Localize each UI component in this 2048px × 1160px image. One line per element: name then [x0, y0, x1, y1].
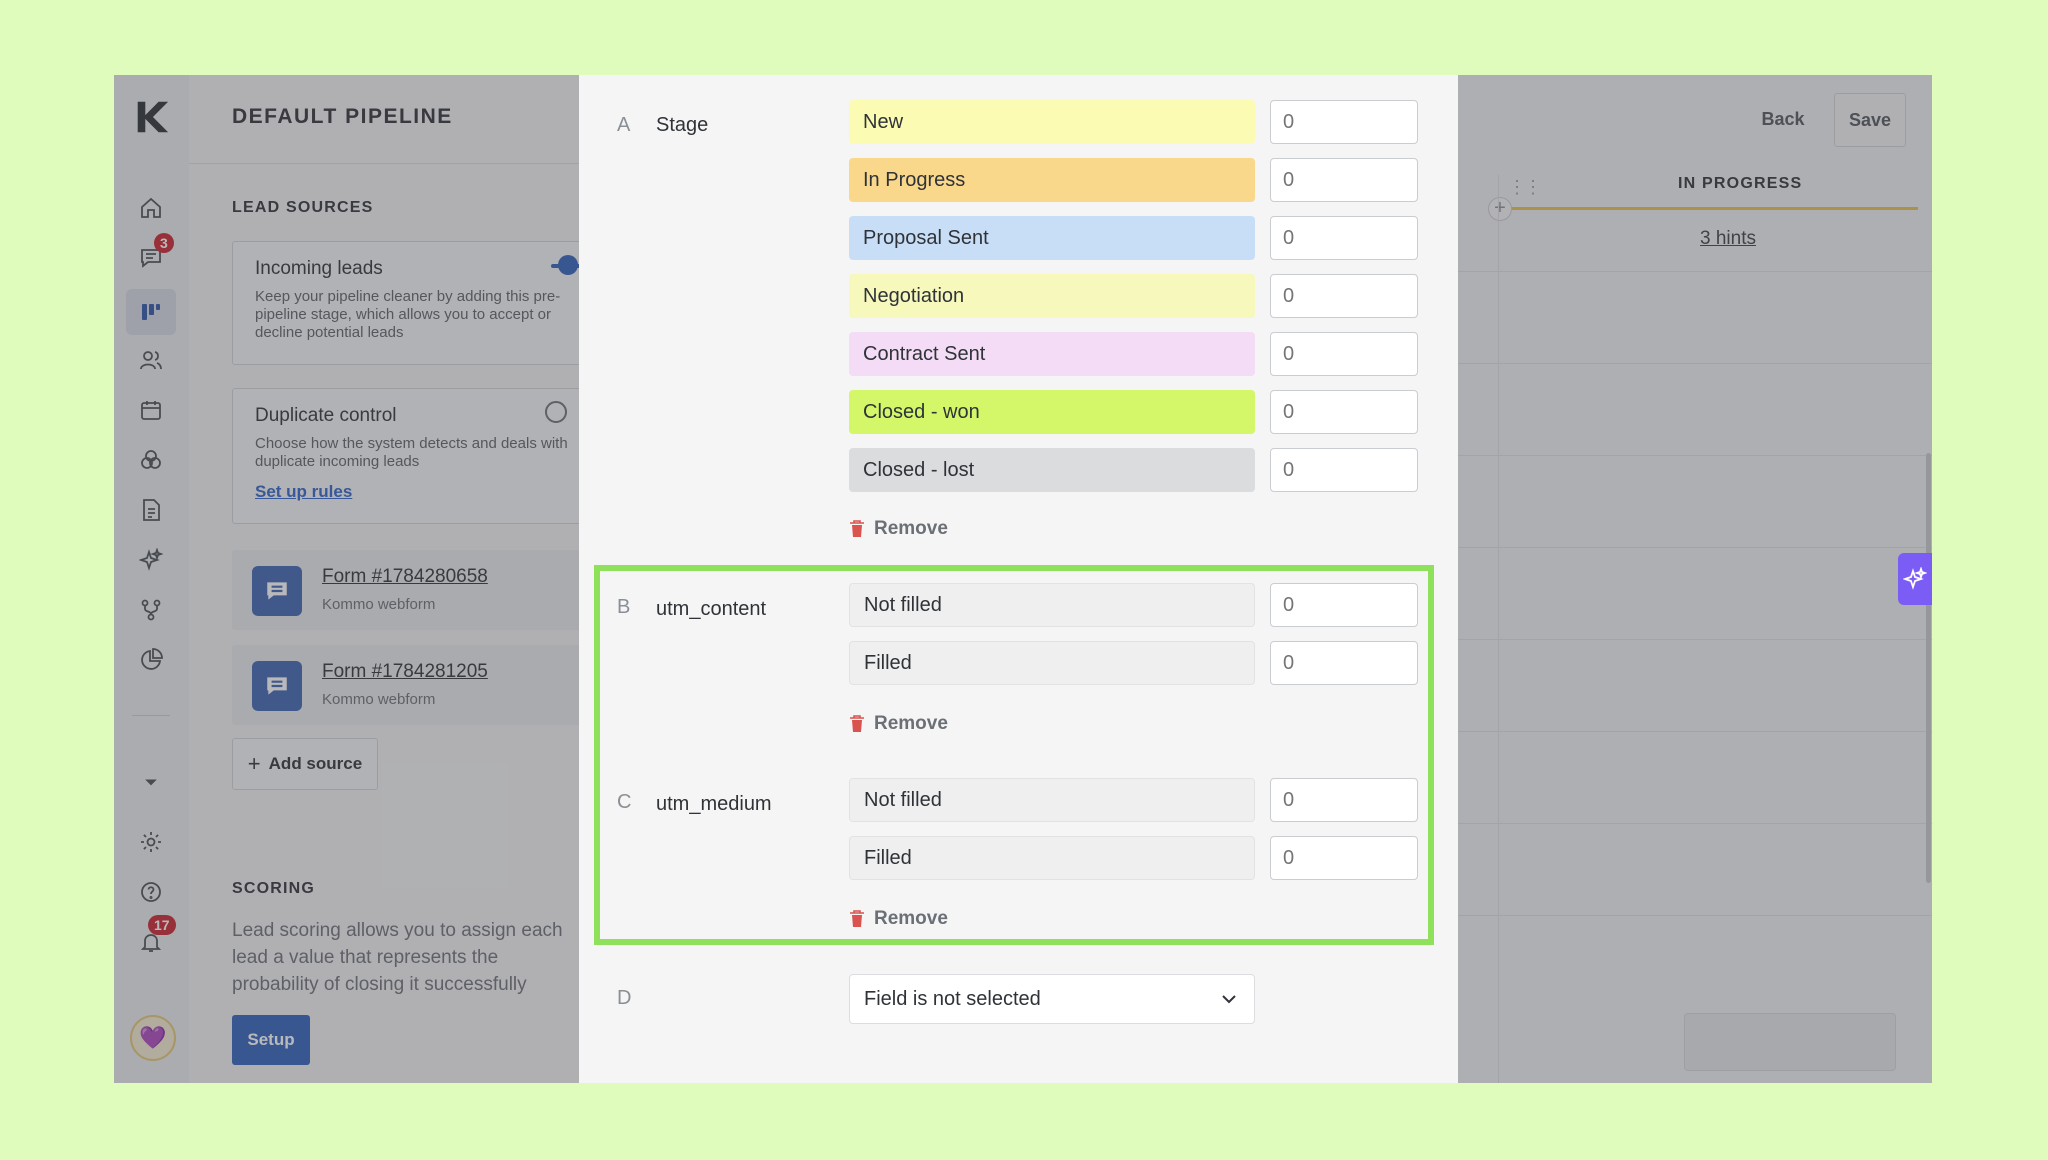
score-input[interactable] — [1270, 778, 1418, 822]
option-chip: Filled — [849, 836, 1255, 880]
option-chip: Filled — [849, 641, 1255, 685]
option-chip: Not filled — [849, 778, 1255, 822]
score-input[interactable] — [1270, 836, 1418, 880]
row-letter: B — [617, 596, 631, 618]
stage-chip: New — [849, 100, 1255, 144]
chevron-down-icon — [1222, 995, 1236, 1004]
score-input[interactable] — [1270, 158, 1418, 202]
row-label: Stage — [656, 114, 709, 136]
row-letter: A — [617, 114, 631, 136]
stage-chip: Negotiation — [849, 274, 1255, 318]
app-window: 3 17 💜 DEFAULT PIPELINE LEAD SOURCES Inc… — [114, 75, 1932, 1083]
row-letter: C — [617, 791, 632, 813]
score-input[interactable] — [1270, 332, 1418, 376]
remove-label: Remove — [874, 713, 948, 734]
score-input[interactable] — [1270, 390, 1418, 434]
remove-button[interactable]: Remove — [849, 908, 948, 930]
remove-button[interactable]: Remove — [849, 518, 948, 540]
score-input[interactable] — [1270, 100, 1418, 144]
option-chip: Not filled — [849, 583, 1255, 627]
stage-chip: In Progress — [849, 158, 1255, 202]
stage-chip: Proposal Sent — [849, 216, 1255, 260]
row-letter: D — [617, 987, 632, 1009]
row-label: utm_content — [656, 598, 767, 620]
score-input[interactable] — [1270, 641, 1418, 685]
score-input[interactable] — [1270, 448, 1418, 492]
remove-button[interactable]: Remove — [849, 713, 948, 735]
score-input[interactable] — [1270, 216, 1418, 260]
trash-icon — [850, 910, 864, 927]
field-select-value: Field is not selected — [864, 987, 1041, 1010]
ai-assistant-button[interactable] — [1898, 553, 1932, 605]
trash-icon — [850, 715, 864, 732]
stage-chip: Closed - lost — [849, 448, 1255, 492]
score-input[interactable] — [1270, 583, 1418, 627]
stage-chip: Closed - won — [849, 390, 1255, 434]
row-label: utm_medium — [656, 793, 772, 815]
remove-label: Remove — [874, 908, 948, 929]
remove-label: Remove — [874, 518, 948, 539]
stage-chip: Contract Sent — [849, 332, 1255, 376]
score-input[interactable] — [1270, 274, 1418, 318]
scoring-modal: A Stage New In Progress Proposal Sent Ne… — [579, 75, 1458, 1083]
trash-icon — [850, 520, 864, 537]
field-select[interactable]: Field is not selected — [849, 974, 1255, 1024]
